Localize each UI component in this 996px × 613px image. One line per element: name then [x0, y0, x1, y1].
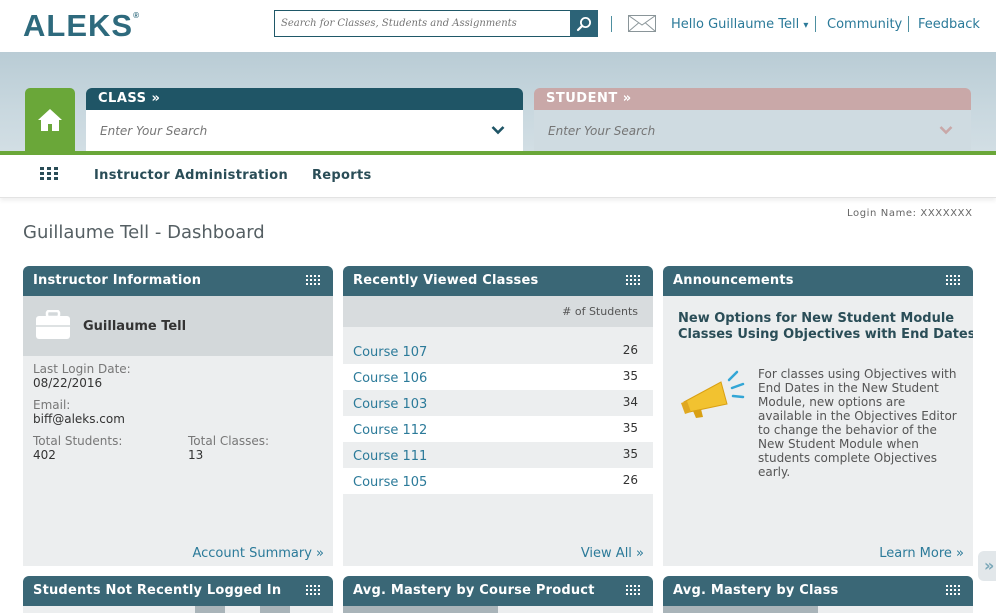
- class-row: Course 107 26: [343, 338, 653, 364]
- divider: [908, 16, 909, 32]
- feedback-link[interactable]: Feedback: [918, 17, 980, 32]
- tab-segment: [343, 606, 498, 613]
- tab-segment: [195, 606, 225, 613]
- email-label: Email:: [33, 398, 71, 412]
- students-column-header: # of Students: [343, 296, 653, 327]
- nav-reports[interactable]: Reports: [312, 168, 372, 183]
- student-search-input[interactable]: [534, 110, 971, 151]
- class-student-count: 34: [622, 395, 638, 409]
- megaphone-icon: [681, 370, 745, 418]
- class-row: Course 111 35: [343, 442, 653, 468]
- user-menu[interactable]: Hello Guillaume Tell ▾: [671, 17, 808, 32]
- last-login-label: Last Login Date:: [33, 362, 131, 376]
- panel-title: Announcements: [673, 273, 794, 288]
- class-link[interactable]: Course 103: [353, 397, 427, 412]
- community-link[interactable]: Community: [827, 17, 902, 32]
- panel-title: Avg. Mastery by Class: [673, 583, 839, 598]
- students-not-logged-in-panel: Students Not Recently Logged In: [23, 576, 333, 613]
- logo-text: ALEKS: [23, 8, 134, 43]
- apps-grid-icon[interactable]: [40, 167, 60, 181]
- global-search-field[interactable]: [274, 10, 571, 37]
- aleks-logo[interactable]: ALEKS®: [23, 8, 140, 44]
- top-bar: ALEKS® Hello Guillaume Tell ▾ Community …: [0, 0, 996, 52]
- class-link[interactable]: Course 112: [353, 423, 427, 438]
- divider: [611, 16, 612, 32]
- panel-header: Students Not Recently Logged In: [23, 576, 333, 606]
- panel-header: Instructor Information: [23, 266, 333, 296]
- login-name: Login Name: XXXXXXX: [847, 208, 973, 219]
- panel-menu-icon[interactable]: [306, 585, 322, 597]
- class-search-input[interactable]: [86, 110, 523, 151]
- avg-mastery-by-class-panel: Avg. Mastery by Class: [663, 576, 973, 613]
- panel-title: Students Not Recently Logged In: [33, 583, 282, 598]
- nav-instructor-administration[interactable]: Instructor Administration: [94, 168, 288, 183]
- side-panel-toggle[interactable]: »: [978, 551, 996, 581]
- account-summary-link[interactable]: Account Summary »: [192, 546, 324, 561]
- total-students-value: 402: [33, 448, 56, 462]
- home-button[interactable]: [25, 88, 75, 151]
- briefcase-icon: [36, 310, 70, 339]
- announcement-headline[interactable]: New Options for New Student Module Class…: [678, 311, 973, 343]
- mail-icon[interactable]: [628, 15, 656, 32]
- panel-menu-icon[interactable]: [306, 275, 322, 287]
- panel-menu-icon[interactable]: [626, 275, 642, 287]
- class-link[interactable]: Course 105: [353, 475, 427, 490]
- class-row: Course 103 34: [343, 390, 653, 416]
- instructor-name-row: Guillaume Tell: [23, 296, 333, 356]
- email-value: biff@aleks.com: [33, 412, 125, 426]
- class-student-count: 35: [622, 369, 638, 383]
- class-row: Course 105 26: [343, 468, 653, 494]
- class-student-count: 26: [622, 343, 638, 357]
- panel-header: Announcements: [663, 266, 973, 296]
- class-search-field[interactable]: [86, 110, 523, 151]
- logo-registered-mark: ®: [133, 11, 140, 20]
- panel-header: Recently Viewed Classes: [343, 266, 653, 296]
- panel-header: Avg. Mastery by Class: [663, 576, 973, 606]
- tab-segment: [260, 606, 290, 613]
- total-classes-value: 13: [188, 448, 204, 462]
- total-students-label: Total Students:: [33, 434, 123, 448]
- main-nav: Instructor Administration Reports: [0, 155, 996, 198]
- panel-menu-icon[interactable]: [946, 275, 962, 287]
- panel-menu-icon[interactable]: [626, 585, 642, 597]
- instructor-name: Guillaume Tell: [83, 319, 187, 334]
- learn-more-link[interactable]: Learn More »: [879, 546, 964, 561]
- page-title: Guillaume Tell - Dashboard: [23, 222, 265, 243]
- class-row: Course 112 35: [343, 416, 653, 442]
- class-search-label: CLASS »: [86, 88, 523, 110]
- divider: [815, 16, 816, 32]
- panel-menu-icon[interactable]: [946, 585, 962, 597]
- instructor-information-panel: Instructor Information Guillaume Tell La…: [23, 266, 333, 566]
- announcement-body: For classes using Objectives with End Da…: [758, 367, 957, 479]
- tab-segment: [663, 606, 818, 613]
- class-student-count: 26: [622, 473, 638, 487]
- panel-header: Avg. Mastery by Course Product: [343, 576, 653, 606]
- chevron-down-icon[interactable]: [491, 125, 505, 135]
- panel-title: Instructor Information: [33, 273, 202, 288]
- chevron-down-icon: ▾: [803, 20, 809, 31]
- avg-mastery-by-course-product-panel: Avg. Mastery by Course Product: [343, 576, 653, 613]
- class-link[interactable]: Course 107: [353, 345, 427, 360]
- class-link[interactable]: Course 106: [353, 371, 427, 386]
- student-search-field[interactable]: [534, 110, 971, 151]
- panel-title: Avg. Mastery by Course Product: [353, 583, 595, 598]
- user-greeting: Hello Guillaume Tell: [671, 17, 800, 32]
- class-student-count: 35: [622, 447, 638, 461]
- announcements-panel: Announcements New Options for New Studen…: [663, 266, 973, 566]
- panel-title: Recently Viewed Classes: [353, 273, 539, 288]
- home-icon: [38, 108, 62, 131]
- search-button[interactable]: [570, 10, 598, 37]
- global-search-input[interactable]: [275, 11, 570, 36]
- class-row: Course 106 35: [343, 364, 653, 390]
- total-classes-label: Total Classes:: [188, 434, 270, 448]
- recently-viewed-classes-panel: Recently Viewed Classes # of Students Co…: [343, 266, 653, 566]
- view-all-link[interactable]: View All »: [581, 546, 644, 561]
- class-student-count: 35: [622, 421, 638, 435]
- class-link[interactable]: Course 111: [353, 449, 427, 464]
- search-icon: [576, 16, 591, 31]
- chevron-down-icon[interactable]: [939, 125, 953, 135]
- last-login-value: 08/22/2016: [33, 376, 103, 390]
- student-search-label: STUDENT »: [534, 88, 971, 110]
